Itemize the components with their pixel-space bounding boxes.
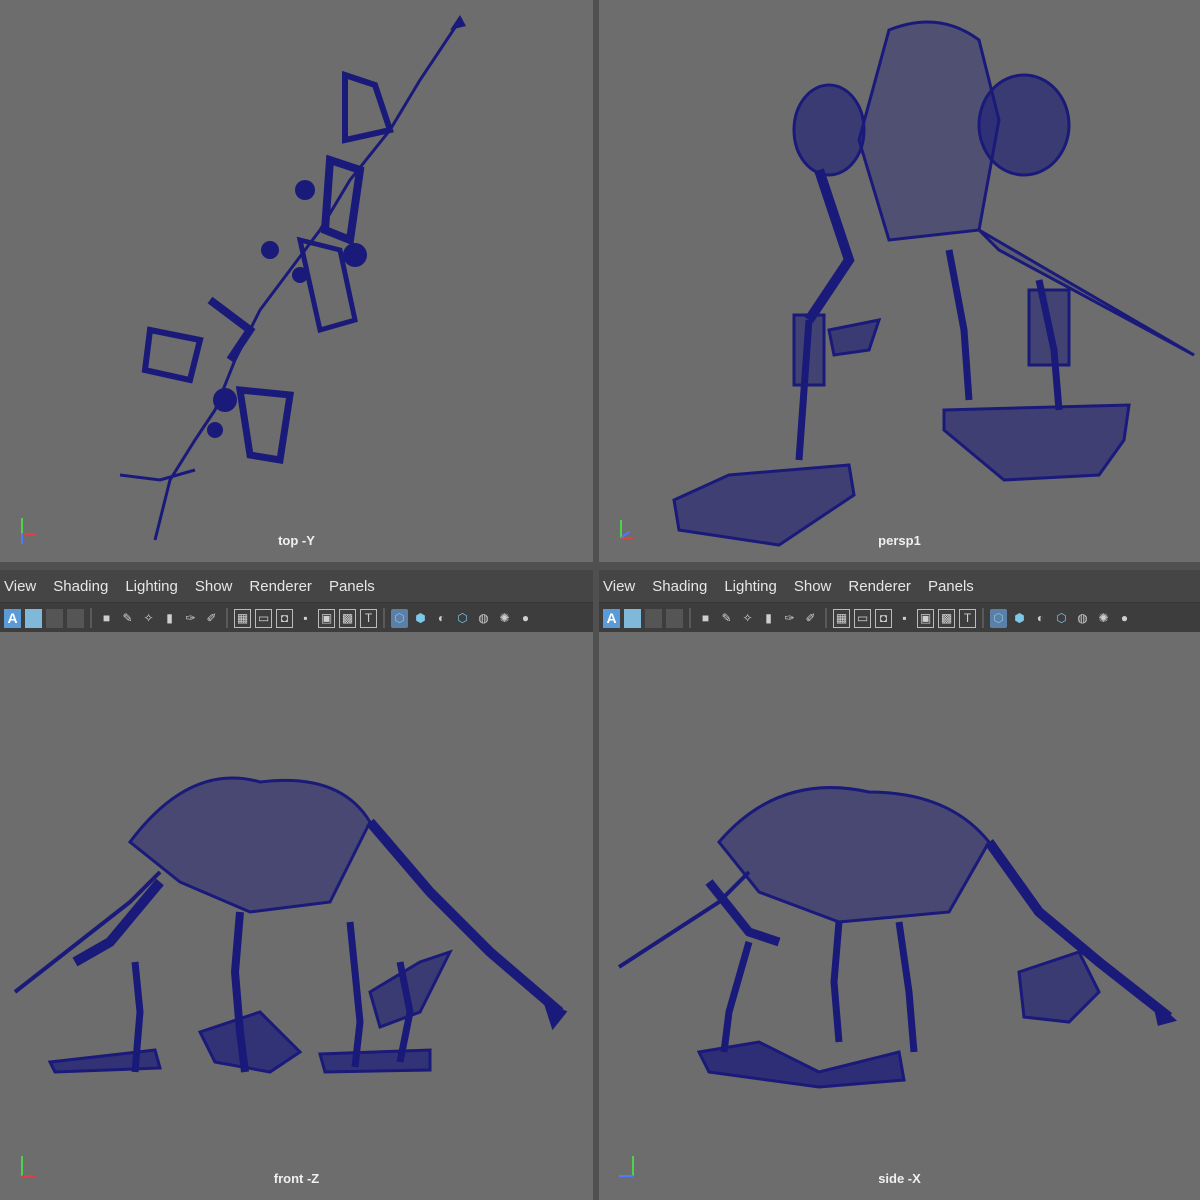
- smooth-shade-icon[interactable]: ⬢: [1011, 609, 1028, 628]
- safe-area-icon[interactable]: ▪: [297, 609, 314, 628]
- image-plane-icon[interactable]: [67, 608, 84, 628]
- xray-icon[interactable]: ⬡: [454, 609, 471, 628]
- use-default-material-icon[interactable]: ◐: [433, 609, 450, 628]
- textures-icon[interactable]: ◍: [475, 609, 492, 628]
- viewport-persp[interactable]: persp1: [599, 0, 1200, 562]
- menu-renderer[interactable]: Renderer: [249, 578, 312, 595]
- bookmark-icon[interactable]: ▮: [760, 609, 777, 628]
- shadows-icon[interactable]: ●: [1116, 609, 1133, 628]
- camera-label: front -Z: [273, 1171, 320, 1186]
- xray-icon[interactable]: ⬡: [1053, 609, 1070, 628]
- image-plane-icon[interactable]: [666, 608, 683, 628]
- camera-icon[interactable]: ■: [697, 609, 714, 628]
- wireframe-model-side: [617, 786, 1178, 1089]
- pencil-icon[interactable]: ✎: [119, 609, 136, 628]
- wireframe-icon[interactable]: ⬡: [391, 608, 408, 628]
- panel-menu: View Shading Lighting Show Renderer Pane…: [599, 570, 1200, 602]
- camera-label: persp1: [878, 533, 921, 548]
- panel-toolbar: A ■ ✎ ✧ ▮ ✑ ✐ ▦ ▭ ◘ ▪ ▣ ▩ T ⬡ ⬢ ◐ ⬡ ◍ ✺ …: [599, 602, 1200, 633]
- field-chart-icon[interactable]: ▣: [917, 608, 934, 628]
- viewport-top[interactable]: top -Y: [0, 0, 593, 562]
- safe-title-icon[interactable]: T: [959, 608, 976, 628]
- select-camera-icon[interactable]: A: [603, 608, 620, 628]
- panel-menu-bar-right: View Shading Lighting Show Renderer Pane…: [599, 570, 1200, 633]
- grid-icon[interactable]: ▦: [833, 608, 850, 628]
- menu-show[interactable]: Show: [195, 578, 233, 595]
- viewport-side[interactable]: side -X: [599, 632, 1200, 1200]
- film-gate-icon[interactable]: ▭: [255, 608, 272, 628]
- wireframe-model-front: [13, 776, 568, 1074]
- menu-lighting[interactable]: Lighting: [724, 578, 777, 595]
- use-default-material-icon[interactable]: ◐: [1032, 609, 1049, 628]
- wireframe-model-top: [119, 15, 466, 541]
- field-chart-icon[interactable]: ▣: [318, 608, 335, 628]
- lights-icon[interactable]: ✺: [496, 609, 513, 628]
- camera-attributes-icon[interactable]: [25, 608, 42, 628]
- menu-panels[interactable]: Panels: [928, 578, 974, 595]
- gate-mask-icon[interactable]: ▩: [339, 608, 356, 628]
- horizontal-splitter[interactable]: [0, 562, 1200, 570]
- menu-view[interactable]: View: [603, 578, 635, 595]
- textures-icon[interactable]: ◍: [1074, 609, 1091, 628]
- pencil-icon[interactable]: ✎: [718, 609, 735, 628]
- resolution-gate-icon[interactable]: ◘: [276, 608, 293, 628]
- marking-icon[interactable]: ✑: [182, 609, 199, 628]
- resolution-gate-icon[interactable]: ◘: [875, 608, 892, 628]
- camera-icon[interactable]: ■: [98, 609, 115, 628]
- marking-icon[interactable]: ✑: [781, 609, 798, 628]
- track-icon[interactable]: ✧: [739, 609, 756, 628]
- camera-attributes-icon[interactable]: [624, 608, 641, 628]
- menu-panels[interactable]: Panels: [329, 578, 375, 595]
- film-gate-icon[interactable]: ▭: [854, 608, 871, 628]
- gate-mask-icon[interactable]: ▩: [938, 608, 955, 628]
- shadows-icon[interactable]: ●: [517, 609, 534, 628]
- menu-show[interactable]: Show: [794, 578, 832, 595]
- viewport-front[interactable]: front -Z: [0, 632, 593, 1200]
- menu-view[interactable]: View: [4, 578, 36, 595]
- paint-icon[interactable]: ✐: [203, 609, 220, 628]
- panel-menu: View Shading Lighting Show Renderer Pane…: [0, 570, 593, 602]
- paint-icon[interactable]: ✐: [802, 609, 819, 628]
- bookmark-icon[interactable]: [645, 608, 662, 628]
- panel-toolbar: A ■ ✎ ✧ ▮ ✑ ✐ ▦ ▭ ◘ ▪ ▣ ▩ T ⬡ ⬢ ◐ ⬡ ◍ ✺ …: [0, 602, 593, 633]
- wireframe-model-persp: [672, 20, 1195, 547]
- grid-icon[interactable]: ▦: [234, 608, 251, 628]
- menu-lighting[interactable]: Lighting: [125, 578, 178, 595]
- bookmark-icon[interactable]: ▮: [161, 609, 178, 628]
- bookmark-icon[interactable]: [46, 608, 63, 628]
- menu-shading[interactable]: Shading: [53, 578, 108, 595]
- select-camera-icon[interactable]: A: [4, 608, 21, 628]
- track-icon[interactable]: ✧: [140, 609, 157, 628]
- camera-label: side -X: [878, 1171, 921, 1186]
- menu-shading[interactable]: Shading: [652, 578, 707, 595]
- safe-title-icon[interactable]: T: [360, 608, 377, 628]
- wireframe-icon[interactable]: ⬡: [990, 608, 1007, 628]
- smooth-shade-icon[interactable]: ⬢: [412, 609, 429, 628]
- panel-menu-bar-left: View Shading Lighting Show Renderer Pane…: [0, 570, 593, 633]
- lights-icon[interactable]: ✺: [1095, 609, 1112, 628]
- menu-renderer[interactable]: Renderer: [848, 578, 911, 595]
- camera-label: top -Y: [278, 533, 315, 548]
- safe-area-icon[interactable]: ▪: [896, 609, 913, 628]
